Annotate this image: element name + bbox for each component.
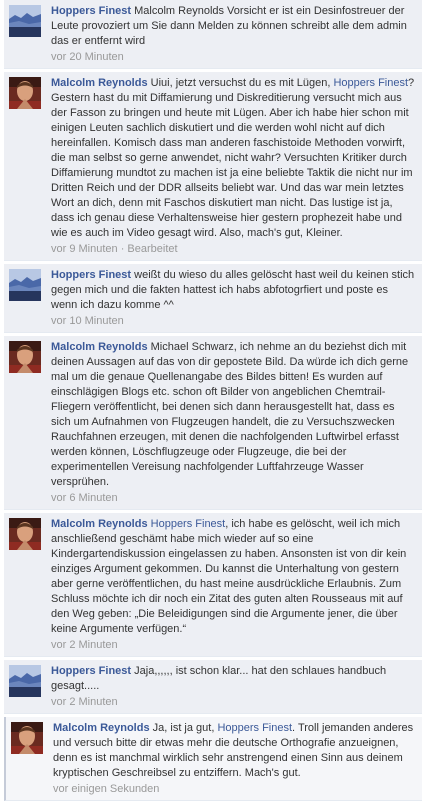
hoppers-avatar[interactable]	[9, 5, 41, 37]
malcolm-avatar[interactable]	[9, 77, 41, 109]
comment-meta: vor 2 Minuten	[51, 638, 416, 653]
comment-timestamp[interactable]: vor 9 Minuten	[51, 243, 118, 255]
comment-author-link[interactable]: Hoppers Finest	[51, 269, 131, 281]
comment-timestamp[interactable]: vor 2 Minuten	[51, 639, 118, 651]
comment-meta: vor einigen Sekunden	[53, 782, 416, 797]
comment-meta: vor 20 Minuten	[51, 50, 416, 65]
mention-link[interactable]: Hoppers Finest	[333, 77, 408, 89]
malcolm-avatar[interactable]	[9, 341, 41, 373]
comment-text: ? Gestern hast du mit Diffamierung und D…	[51, 77, 415, 239]
comment-timestamp[interactable]: vor 2 Minuten	[51, 696, 118, 708]
malcolm-avatar[interactable]	[11, 722, 43, 754]
comment-text: , ich habe es gelöscht, weil ich mich an…	[51, 518, 407, 635]
comment-text-prefix: Uiui, jetzt versuchst du es mit Lügen,	[150, 77, 334, 89]
comment: Malcolm Reynolds Uiui, jetzt versuchst d…	[4, 72, 422, 261]
comment-body: Hoppers Finest Malcolm Reynolds Vorsicht…	[51, 4, 416, 49]
comment-author-link[interactable]: Malcolm Reynolds	[53, 722, 150, 734]
comment-body: Malcolm Reynolds Ja, ist ja gut, Hoppers…	[53, 721, 416, 781]
comment-author-link[interactable]: Malcolm Reynolds	[51, 77, 148, 89]
comment: Hoppers Finest weißt du wieso du alles g…	[4, 264, 422, 333]
comment-timestamp[interactable]: vor 6 Minuten	[51, 492, 118, 504]
comment-meta: vor 9 Minuten · Bearbeitet	[51, 242, 416, 257]
comment-meta: vor 6 Minuten	[51, 491, 416, 506]
comment-author-link[interactable]: Hoppers Finest	[51, 665, 131, 677]
comment: Hoppers Finest Jaja,,,,,, ist schon klar…	[4, 660, 422, 714]
comment: Hoppers Finest Malcolm Reynolds Vorsicht…	[4, 0, 422, 69]
comment-timestamp[interactable]: vor 20 Minuten	[51, 51, 124, 63]
comment-meta: vor 10 Minuten	[51, 314, 416, 329]
comment-author-link[interactable]: Malcolm Reynolds	[51, 341, 148, 353]
comment-text-prefix: Ja, ist ja gut,	[152, 722, 218, 734]
mention-link[interactable]: Hoppers Finest	[217, 722, 292, 734]
comment-timestamp[interactable]: vor 10 Minuten	[51, 315, 124, 327]
comment: Malcolm Reynolds Michael Schwarz, ich ne…	[4, 336, 422, 510]
comment-body: Hoppers Finest weißt du wieso du alles g…	[51, 268, 416, 313]
mention-link[interactable]: Hoppers Finest	[151, 518, 226, 530]
hoppers-avatar[interactable]	[9, 269, 41, 301]
malcolm-avatar[interactable]	[9, 518, 41, 550]
comment-meta: vor 2 Minuten	[51, 695, 416, 710]
edited-label[interactable]: · Bearbeitet	[118, 243, 178, 255]
comment-body: Malcolm Reynolds Uiui, jetzt versuchst d…	[51, 76, 416, 241]
comment: Malcolm Reynolds Hoppers Finest, ich hab…	[4, 513, 422, 657]
comment-body: Malcolm Reynolds Hoppers Finest, ich hab…	[51, 517, 416, 637]
comment-timestamp[interactable]: vor einigen Sekunden	[53, 783, 159, 795]
comment-text: Michael Schwarz, ich nehme an du beziehs…	[51, 341, 409, 488]
comment-author-link[interactable]: Hoppers Finest	[51, 5, 131, 17]
comment-author-link[interactable]: Malcolm Reynolds	[51, 518, 148, 530]
comment: Malcolm Reynolds Ja, ist ja gut, Hoppers…	[4, 717, 422, 801]
comment-body: Hoppers Finest Jaja,,,,,, ist schon klar…	[51, 664, 416, 694]
comment-body: Malcolm Reynolds Michael Schwarz, ich ne…	[51, 340, 416, 490]
hoppers-avatar[interactable]	[9, 665, 41, 697]
comment-thread: Hoppers Finest Malcolm Reynolds Vorsicht…	[0, 0, 424, 801]
